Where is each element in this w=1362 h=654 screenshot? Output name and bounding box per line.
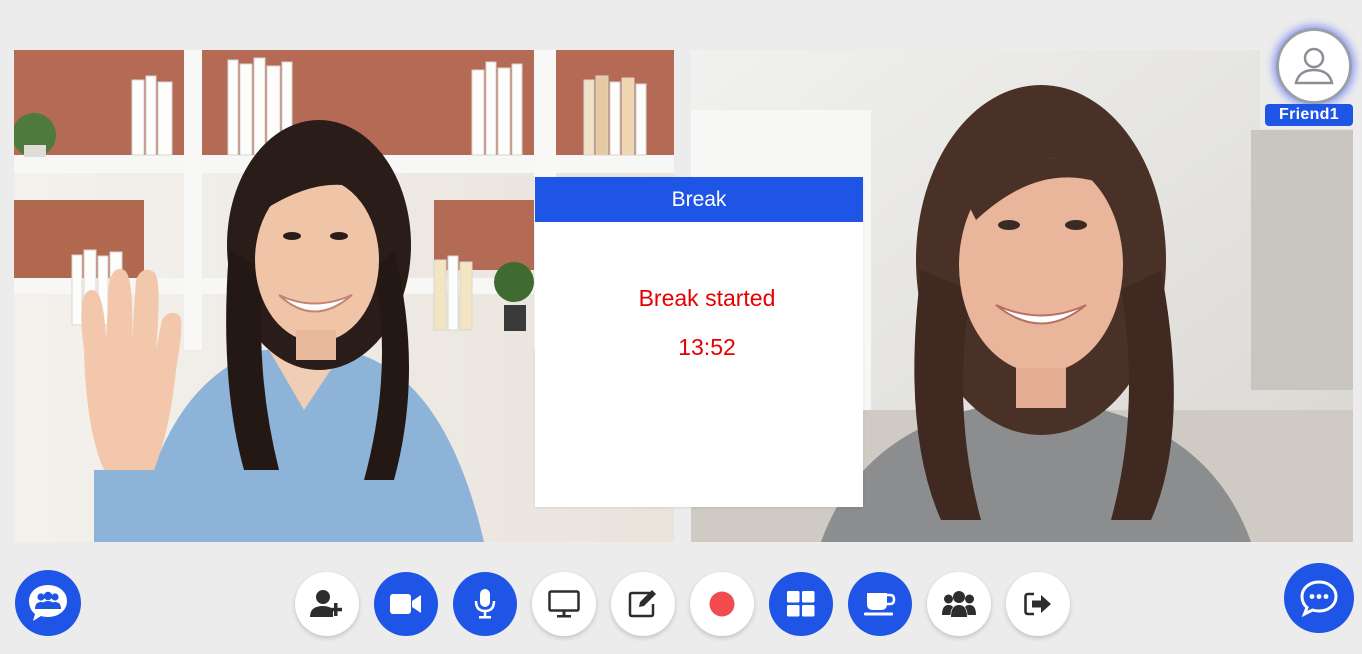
break-timer: 13:52 — [678, 334, 736, 360]
add-user-icon — [310, 590, 342, 617]
avatar[interactable] — [1276, 28, 1352, 104]
screen-share-icon — [548, 590, 580, 618]
group-chat-icon — [29, 585, 67, 621]
participants-panel-button[interactable] — [15, 570, 81, 636]
camera-toggle-button[interactable] — [374, 572, 438, 636]
record-button[interactable] — [690, 572, 754, 636]
video-camera-icon — [390, 594, 421, 614]
user-placeholder-icon — [1294, 47, 1334, 85]
microphone-icon — [474, 589, 496, 619]
chat-bubble-icon — [1300, 580, 1338, 618]
participants-icon — [942, 591, 976, 617]
coffee-break-icon — [864, 593, 896, 616]
chat-button[interactable] — [1284, 563, 1354, 633]
whiteboard-button[interactable] — [611, 572, 675, 636]
grid-layout-icon — [787, 591, 815, 617]
screen-share-button[interactable] — [532, 572, 596, 636]
record-icon — [709, 591, 735, 617]
break-dialog: Break Break started 13:52 — [535, 177, 863, 507]
participant-name-label: Friend1 — [1265, 104, 1353, 126]
break-dialog-title: Break — [535, 177, 863, 222]
participants-button[interactable] — [927, 572, 991, 636]
layout-button[interactable] — [769, 572, 833, 636]
leave-meeting-button[interactable] — [1006, 572, 1070, 636]
add-user-button[interactable] — [295, 572, 359, 636]
break-status-message: Break started — [638, 285, 776, 311]
microphone-toggle-button[interactable] — [453, 572, 517, 636]
leave-icon — [1024, 592, 1051, 616]
participant-thumbnail[interactable]: Friend1 — [1260, 26, 1356, 129]
break-button[interactable] — [848, 572, 912, 636]
whiteboard-edit-icon — [628, 590, 656, 618]
